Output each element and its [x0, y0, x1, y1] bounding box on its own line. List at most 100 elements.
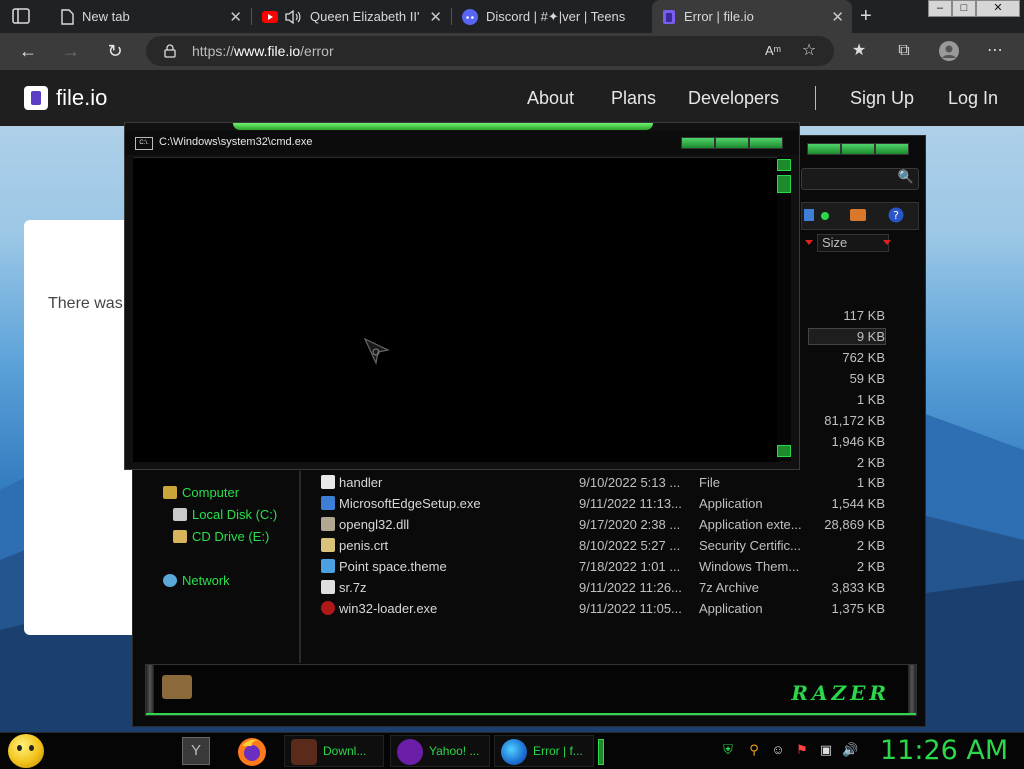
- certificate-icon: [321, 538, 335, 552]
- firefox-icon[interactable]: [236, 735, 268, 769]
- page-icon: [61, 8, 74, 25]
- network-tray-icon[interactable]: ▣: [818, 742, 834, 758]
- scroll-up-button[interactable]: [777, 159, 791, 171]
- file-size: 59 KB: [849, 371, 885, 386]
- forward-arrow-icon[interactable]: →: [60, 40, 82, 62]
- security-shield-icon[interactable]: ⛨: [720, 742, 736, 758]
- site-logo-text[interactable]: file.io: [56, 85, 107, 111]
- taskbar-button-yahoo[interactable]: Yahoo! ...: [390, 735, 490, 767]
- tree-item-network[interactable]: Network: [182, 573, 230, 588]
- tree-item-local-disk[interactable]: Local Disk (C:): [192, 507, 277, 522]
- file-row[interactable]: MicrosoftEdgeSetup.exe 9/11/2022 11:13..…: [319, 493, 889, 514]
- nav-about[interactable]: About: [527, 88, 574, 109]
- tab-actions-icon[interactable]: [12, 7, 30, 25]
- add-favorite-icon[interactable]: ☆: [798, 40, 820, 62]
- size-column-header[interactable]: Size: [817, 234, 889, 252]
- file-row[interactable]: sr.7z 9/11/2022 11:26... 7z Archive 3,83…: [319, 577, 889, 598]
- explorer-close-button[interactable]: [875, 143, 909, 155]
- file-row[interactable]: Point space.theme 7/18/2022 1:01 ... Win…: [319, 556, 889, 577]
- search-icon[interactable]: 🔍: [898, 169, 914, 185]
- lock-icon[interactable]: [164, 44, 176, 58]
- favorites-icon[interactable]: ★: [848, 40, 870, 62]
- taskbar-button-edge[interactable]: Error | f...: [494, 735, 594, 767]
- url-text[interactable]: https://www.file.io/error: [192, 43, 334, 59]
- cmd-icon[interactable]: C:\.: [135, 137, 153, 150]
- nav-developers[interactable]: Developers: [688, 88, 779, 109]
- profile-avatar-icon[interactable]: [938, 40, 960, 62]
- volume-tray-icon[interactable]: 🔊: [842, 742, 858, 758]
- cmd-titlebar[interactable]: C:\. C:\Windows\system32\cmd.exe: [125, 131, 799, 155]
- new-tab-button[interactable]: +: [860, 5, 872, 28]
- explorer-search-input[interactable]: 🔍: [801, 168, 919, 190]
- tab-youtube[interactable]: Queen Elizabeth II's ✕: [252, 0, 450, 33]
- folder-icon[interactable]: [850, 209, 866, 221]
- discord-icon: [462, 8, 478, 25]
- view-icon[interactable]: [804, 209, 814, 221]
- mouse-cursor-icon: [364, 338, 390, 365]
- theme-icon: [321, 559, 335, 573]
- cmd-close-button[interactable]: [749, 137, 783, 149]
- cmd-minimize-button[interactable]: [681, 137, 715, 149]
- action-center-flag-icon[interactable]: ⚑: [794, 742, 810, 758]
- file-size: 1,946 KB: [831, 434, 886, 449]
- nav-log-in[interactable]: Log In: [948, 88, 998, 109]
- dll-icon: [321, 517, 335, 531]
- read-aloud-icon[interactable]: Aᵐ: [762, 40, 784, 62]
- file-row[interactable]: opengl32.dll 9/17/2020 2:38 ... Applicat…: [319, 514, 889, 535]
- sort-arrow-icon[interactable]: [883, 240, 891, 245]
- nav-sign-up[interactable]: Sign Up: [850, 88, 914, 109]
- explorer-maximize-button[interactable]: [841, 143, 875, 155]
- tab-discord[interactable]: Discord | #✦|ver | Teens: [452, 0, 650, 33]
- control-panel-icon[interactable]: [162, 675, 192, 699]
- nav-plans[interactable]: Plans: [611, 88, 656, 109]
- file-row[interactable]: handler 9/10/2022 5:13 ... File 1 KB: [319, 472, 889, 493]
- file-row[interactable]: penis.crt 8/10/2022 5:27 ... Security Ce…: [319, 535, 889, 556]
- taskbar-clock[interactable]: 11:26 AM: [880, 735, 1008, 766]
- maximize-button[interactable]: □: [952, 0, 976, 17]
- close-window-button[interactable]: ✕: [976, 0, 1020, 17]
- scroll-down-button[interactable]: [777, 445, 791, 457]
- status-light-icon: [821, 212, 829, 220]
- back-arrow-icon[interactable]: ←: [17, 40, 39, 62]
- close-tab-icon[interactable]: ✕: [831, 8, 844, 26]
- cmd-maximize-button[interactable]: [715, 137, 749, 149]
- scroll-thumb[interactable]: [777, 175, 791, 193]
- tree-item-cd-drive[interactable]: CD Drive (E:): [192, 529, 269, 544]
- address-bar[interactable]: https://www.file.io/error Aᵐ ☆: [146, 36, 834, 66]
- fileio-logo-icon[interactable]: [24, 86, 48, 110]
- computer-icon: [163, 486, 177, 499]
- close-tab-icon[interactable]: ✕: [429, 8, 442, 26]
- file-size: 1 KB: [856, 392, 885, 407]
- search-tray-icon[interactable]: ⚲: [746, 742, 762, 758]
- drive-icon: [173, 508, 187, 521]
- cmd-scrollbar[interactable]: [777, 157, 791, 461]
- browser-toolbar: ← → ↻ https://www.file.io/error Aᵐ ☆ ★ ⧉…: [0, 33, 1024, 70]
- speaker-icon[interactable]: [284, 9, 302, 25]
- network-icon: [163, 574, 177, 587]
- cmd-window[interactable]: C:\. C:\Windows\system32\cmd.exe: [124, 122, 800, 470]
- collections-icon[interactable]: ⧉: [893, 40, 915, 62]
- sort-arrow-icon[interactable]: [805, 240, 813, 245]
- tree-item-computer[interactable]: Computer: [182, 485, 239, 500]
- taskbar-grip[interactable]: [598, 739, 604, 765]
- close-tab-icon[interactable]: ✕: [229, 8, 242, 26]
- help-icon[interactable]: ?: [888, 207, 904, 223]
- cmd-title: C:\Windows\system32\cmd.exe: [159, 136, 313, 148]
- refresh-icon[interactable]: ↻: [104, 40, 126, 62]
- start-button-smiley-icon[interactable]: [8, 734, 44, 768]
- cmd-top-accent: [233, 123, 653, 130]
- file-size-selected[interactable]: 9 KB: [808, 328, 886, 345]
- taskbar-button-downloads[interactable]: Downl...: [284, 735, 384, 767]
- explorer-window-controls: [807, 143, 911, 155]
- tab-new-tab[interactable]: New tab ✕: [50, 0, 250, 33]
- nav-divider: [815, 86, 816, 110]
- explorer-minimize-button[interactable]: [807, 143, 841, 155]
- settings-menu-icon[interactable]: ⋯: [984, 40, 1006, 62]
- tab-error-fileio[interactable]: Error | file.io ✕: [652, 0, 852, 33]
- minimize-button[interactable]: –: [928, 0, 952, 17]
- cmd-console-area[interactable]: [133, 157, 779, 462]
- messenger-tray-icon[interactable]: ☺: [770, 742, 786, 758]
- nav-pane-divider[interactable]: [299, 471, 301, 663]
- file-row[interactable]: win32-loader.exe 9/11/2022 11:05... Appl…: [319, 598, 889, 619]
- pinned-app-y[interactable]: Y: [182, 737, 210, 765]
